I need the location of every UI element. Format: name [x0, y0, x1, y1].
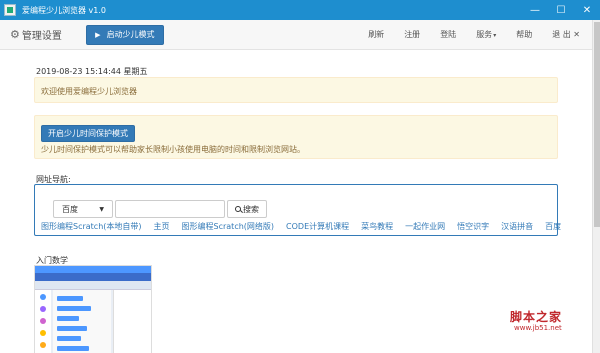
enable-protect-mode-button[interactable]: 开启少儿时间保护模式	[41, 125, 135, 142]
thumb-dot	[40, 330, 46, 336]
nav-help[interactable]: 帮助	[516, 29, 532, 40]
thumb-block	[57, 306, 91, 311]
thumb-stage	[113, 290, 151, 353]
settings-brand[interactable]: ⚙ 管理设置	[10, 27, 62, 42]
thumb-tabs	[35, 281, 151, 290]
close-icon: ✕	[573, 30, 580, 39]
link-pinyin[interactable]: 汉语拼音	[501, 221, 533, 232]
nav-refresh[interactable]: 刷新	[368, 29, 384, 40]
maximize-button[interactable]: ☐	[548, 0, 574, 20]
nav-links: 刷新 注册 登陆 服务▾ 帮助 退 出 ✕	[348, 29, 580, 40]
dropdown-arrow-icon: ▼	[99, 205, 104, 213]
link-17zuoye[interactable]: 一起作业网	[405, 221, 445, 232]
nav-exit-label: 退 出	[552, 30, 571, 39]
thumb-menubar	[35, 266, 151, 273]
nav-register[interactable]: 注册	[404, 29, 420, 40]
url-navigation-box: 百度 ▼ 搜索 图形编程Scratch(本地自带) 主页 图形编程Scratch…	[34, 184, 561, 236]
title-bar: 爱编程少儿浏览器 v1.0 — ☐ ✕	[0, 0, 600, 20]
minimize-button[interactable]: —	[522, 0, 548, 20]
nav-login[interactable]: 登陆	[440, 29, 456, 40]
nav-exit[interactable]: 退 出 ✕	[552, 29, 580, 40]
thumb-block	[57, 296, 83, 301]
navbar: ⚙ 管理设置 ▶ 启动少儿模式 刷新 注册 登陆 服务▾ 帮助 退 出 ✕	[0, 20, 592, 50]
link-wukong[interactable]: 悟空识字	[457, 221, 489, 232]
link-home[interactable]: 主页	[154, 221, 170, 232]
thumb-block	[57, 336, 81, 341]
thumb-block	[57, 326, 87, 331]
protect-mode-description: 少儿时间保护模式可以帮助家长限制小孩使用电脑的时间和限制浏览网站。	[41, 145, 305, 154]
nav-service-dropdown[interactable]: 服务▾	[476, 29, 496, 40]
search-engine-value: 百度	[62, 204, 78, 214]
nav-service-label: 服务	[476, 30, 493, 39]
close-button[interactable]: ✕	[574, 0, 600, 20]
link-code-course[interactable]: CODE计算机课程	[286, 221, 349, 232]
search-input[interactable]	[115, 200, 225, 218]
link-scratch-local[interactable]: 图形编程Scratch(本地自带)	[41, 221, 142, 232]
thumb-block	[57, 346, 89, 351]
protect-mode-panel: 开启少儿时间保护模式 少儿时间保护模式可以帮助家长限制小孩使用电脑的时间和限制浏…	[34, 115, 558, 159]
app-icon	[4, 4, 16, 16]
thumb-block	[57, 316, 79, 321]
link-baidu[interactable]: 百度	[545, 221, 561, 232]
vertical-scrollbar[interactable]	[592, 20, 600, 353]
watermark-url: www.jb51.net	[514, 324, 562, 332]
quick-links: 图形编程Scratch(本地自带) 主页 图形编程Scratch(网络版) CO…	[41, 221, 573, 232]
link-runoob[interactable]: 菜鸟教程	[361, 221, 393, 232]
current-datetime: 2019-08-23 15:14:44 星期五	[36, 67, 148, 76]
link-scratch-online[interactable]: 图形编程Scratch(网络版)	[182, 221, 275, 232]
search-engine-select[interactable]: 百度 ▼	[53, 200, 113, 218]
thumb-dot	[40, 294, 46, 300]
caret-down-icon: ▾	[493, 32, 497, 39]
settings-label: 管理设置	[21, 31, 62, 42]
window-controls: — ☐ ✕	[522, 0, 600, 20]
thumb-blocks	[53, 290, 111, 353]
search-button[interactable]: 搜索	[227, 200, 267, 218]
scrollbar-thumb[interactable]	[594, 22, 600, 227]
search-icon	[235, 206, 241, 212]
thumb-dot	[40, 342, 46, 348]
intro-math-thumbnail[interactable]	[34, 265, 152, 353]
watermark-logo: 脚本之家	[510, 310, 563, 324]
play-icon: ▶	[95, 30, 101, 39]
welcome-panel: 欢迎使用爱编程少儿浏览器	[34, 77, 558, 103]
search-button-label: 搜索	[243, 204, 259, 214]
thumb-toolbar	[35, 273, 151, 281]
window-title: 爱编程少儿浏览器 v1.0	[22, 5, 106, 15]
start-kids-mode-button[interactable]: ▶ 启动少儿模式	[85, 24, 164, 45]
thumb-dot	[40, 318, 46, 324]
thumb-categories	[35, 290, 51, 353]
thumb-dot	[40, 306, 46, 312]
gear-icon: ⚙	[10, 28, 20, 41]
start-kids-mode-label: 启动少儿模式	[106, 30, 155, 39]
